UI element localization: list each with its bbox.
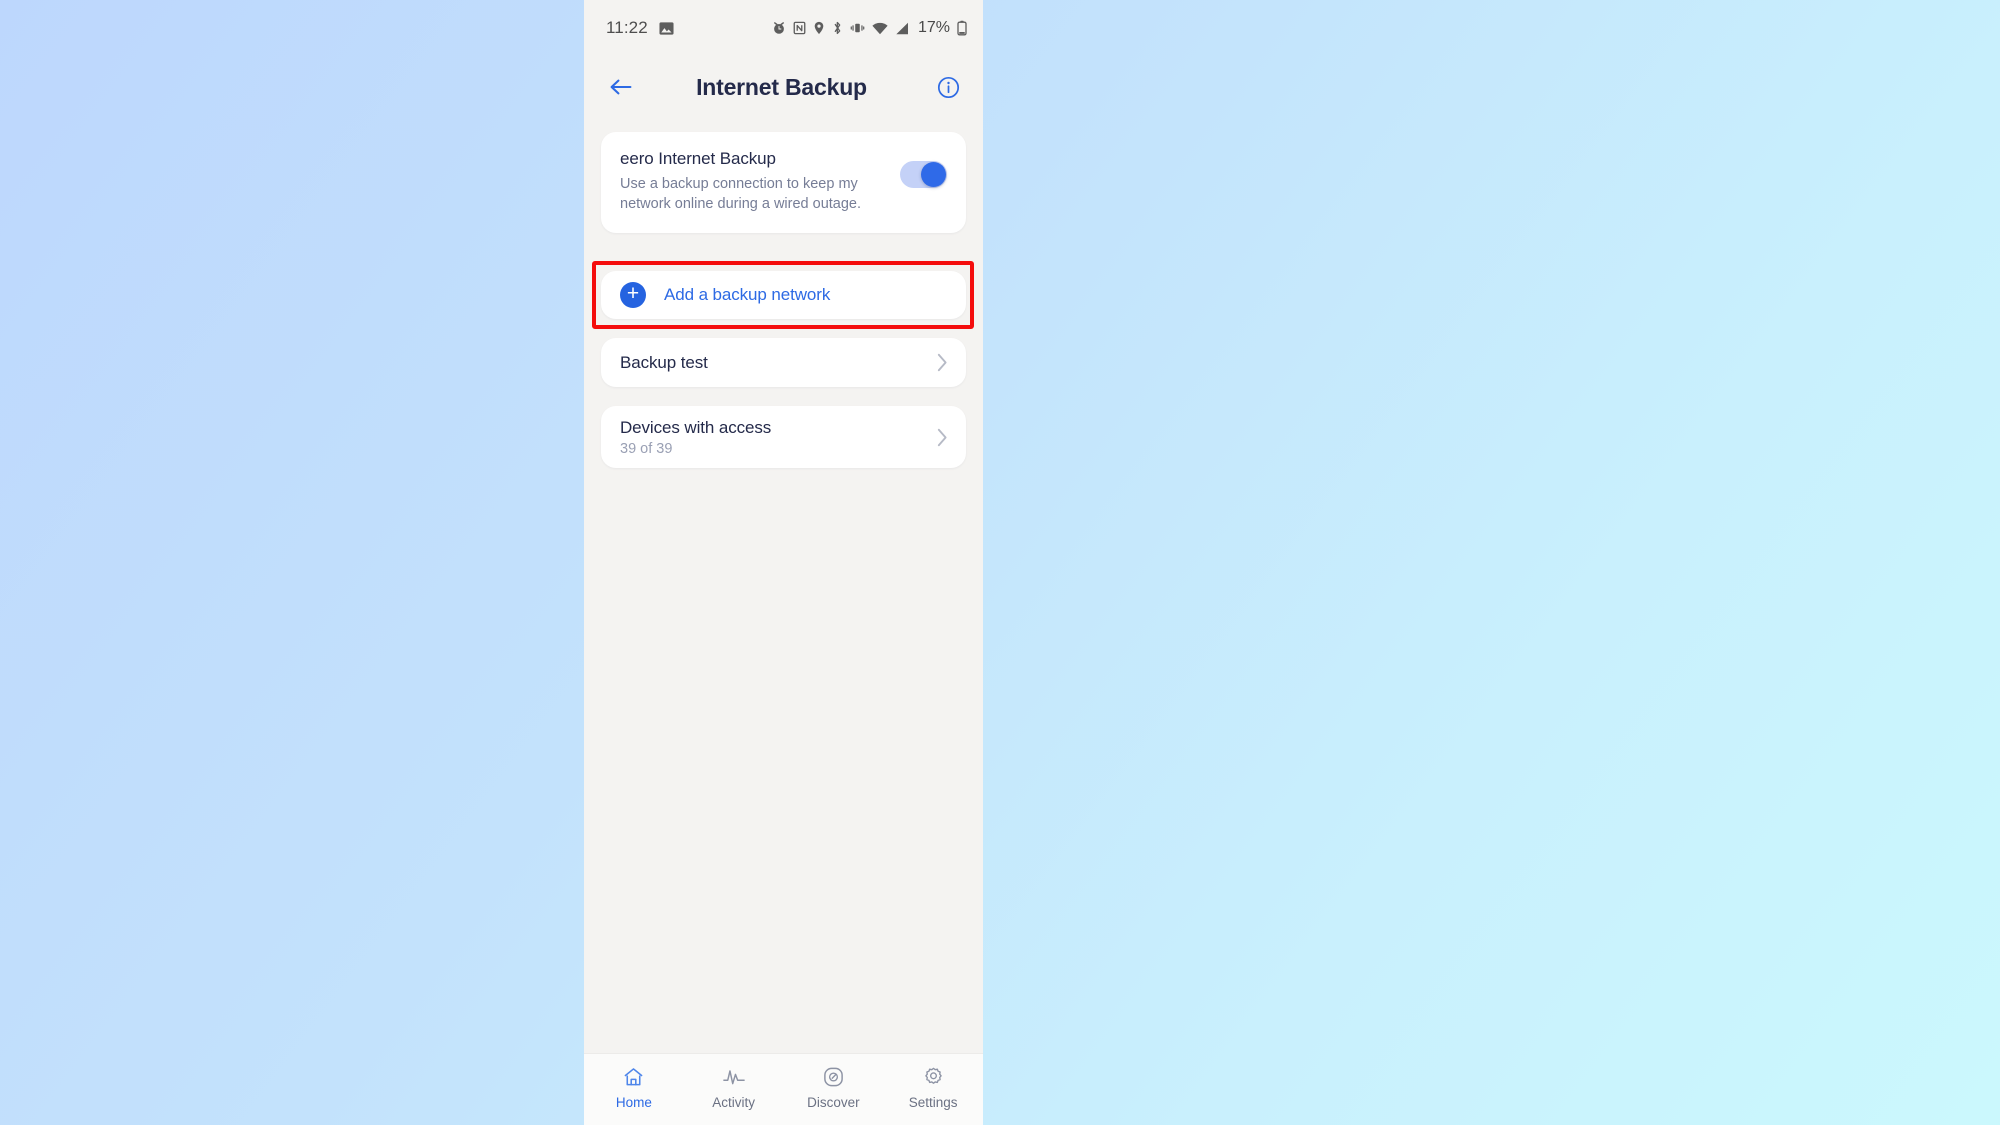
photo-icon (659, 21, 674, 36)
info-circle-icon (937, 76, 960, 99)
eero-card-text: eero Internet Backup Use a backup connec… (620, 149, 890, 214)
eero-internet-backup-card: eero Internet Backup Use a backup connec… (601, 132, 966, 233)
vibrate-icon (850, 21, 865, 35)
home-icon (622, 1066, 645, 1088)
devices-with-access-text: Devices with access 39 of 39 (620, 418, 937, 457)
info-button[interactable] (933, 72, 963, 102)
devices-with-access-row[interactable]: Devices with access 39 of 39 (601, 406, 966, 468)
toggle-knob (921, 162, 946, 187)
tab-discover[interactable]: Discover (784, 1066, 884, 1110)
status-bar: 11:22 17% (584, 0, 983, 56)
backup-test-row[interactable]: Backup test (601, 338, 966, 387)
eero-card-title: eero Internet Backup (620, 149, 776, 168)
eero-card-description: Use a backup connection to keep my netwo… (620, 176, 862, 212)
alarm-clock-icon (772, 21, 786, 35)
app-bar: Internet Backup (584, 56, 983, 118)
add-backup-network-wrapper: + Add a backup network (592, 261, 974, 329)
gear-icon (922, 1066, 945, 1088)
devices-with-access-count: 39 of 39 (620, 440, 673, 457)
chevron-right-icon (937, 353, 948, 372)
tab-home[interactable]: Home (584, 1066, 684, 1110)
tab-activity-label: Activity (712, 1094, 755, 1110)
settings-list: eero Internet Backup Use a backup connec… (584, 118, 983, 1053)
wifi-icon (872, 22, 888, 35)
tab-settings[interactable]: Settings (883, 1066, 983, 1110)
status-bar-clock: 11:22 (606, 18, 648, 37)
plus-glyph: + (626, 282, 640, 305)
bluetooth-icon (832, 21, 843, 35)
add-backup-network-label: Add a backup network (664, 285, 831, 304)
desktop-backdrop: 11:22 17% Internet Backup eero Internet … (0, 0, 2000, 1125)
pulse-icon (722, 1066, 746, 1088)
location-pin-icon (813, 21, 825, 35)
tab-home-label: Home (615, 1094, 652, 1110)
add-backup-network-row[interactable]: + Add a backup network (601, 271, 966, 319)
status-bar-icons: 17% (772, 19, 967, 37)
compass-icon (822, 1066, 845, 1088)
page-title: Internet Backup (696, 73, 867, 100)
plus-circle-icon: + (620, 282, 646, 308)
backup-test-text: Backup test (620, 353, 937, 373)
battery-icon (957, 20, 967, 36)
tab-discover-label: Discover (807, 1094, 860, 1110)
eero-internet-backup-toggle[interactable] (900, 161, 947, 188)
tab-activity[interactable]: Activity (684, 1066, 784, 1110)
devices-with-access-title: Devices with access (620, 417, 772, 437)
tab-settings-label: Settings (908, 1094, 958, 1110)
phone-screen: 11:22 17% Internet Backup eero Internet … (584, 0, 983, 1125)
bottom-tab-bar: Home Activity Discover Settings (584, 1053, 983, 1125)
battery-percent: 17% (917, 19, 950, 36)
chevron-right-icon (937, 428, 948, 447)
cellular-signal-icon (895, 22, 909, 35)
nfc-icon (793, 21, 806, 35)
backup-test-title: Backup test (620, 352, 708, 372)
